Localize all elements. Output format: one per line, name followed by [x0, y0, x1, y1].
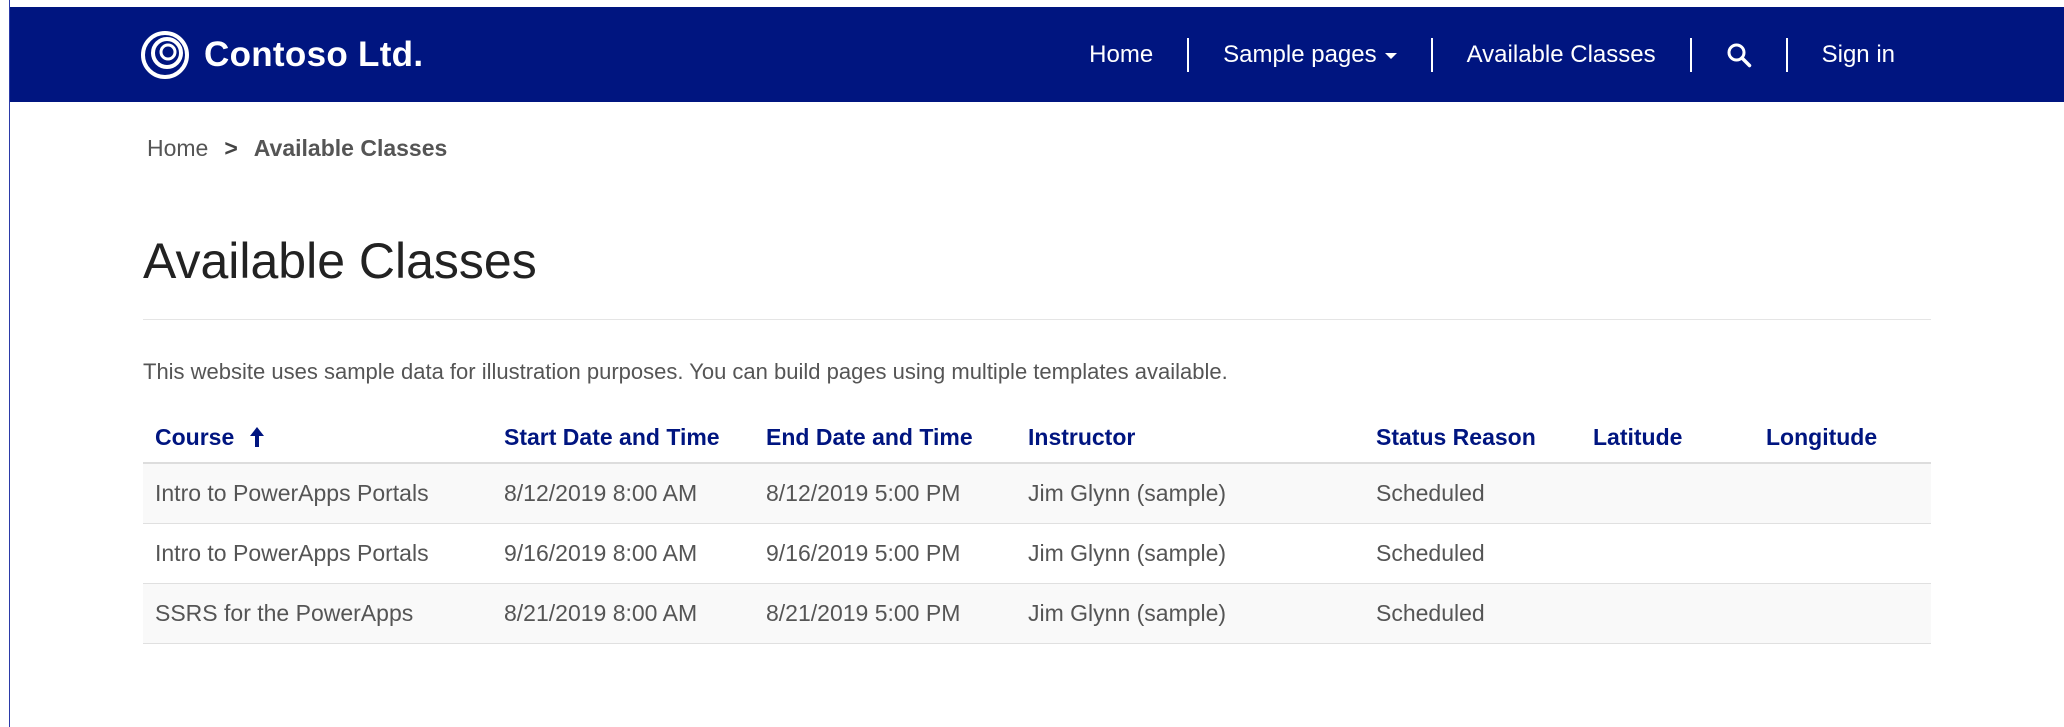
nav-home[interactable]: Home	[1055, 41, 1187, 69]
cell-latitude	[1581, 583, 1754, 644]
column-header-start[interactable]: Start Date and Time	[492, 412, 754, 464]
column-header-label: Course	[155, 423, 235, 450]
brand[interactable]: Contoso Ltd.	[140, 7, 423, 102]
window-top-edge	[0, 0, 2064, 7]
cell-instructor: Jim Glynn (sample)	[1016, 523, 1364, 584]
cell-instructor: Jim Glynn (sample)	[1016, 463, 1364, 524]
window-left-edge	[0, 0, 10, 727]
cell-end: 8/12/2019 5:00 PM	[754, 463, 1016, 524]
main-nav: Home Sample pages Available Classes Sign…	[1055, 7, 1929, 102]
cell-status: Scheduled	[1364, 583, 1581, 644]
table-row[interactable]: Intro to PowerApps Portals 8/12/2019 8:0…	[143, 463, 1931, 524]
search-icon	[1727, 43, 1751, 67]
cell-status: Scheduled	[1364, 463, 1581, 524]
nav-sign-in[interactable]: Sign in	[1788, 41, 1929, 69]
cell-latitude	[1581, 463, 1754, 524]
cell-start: 9/16/2019 8:00 AM	[492, 523, 754, 584]
cell-longitude	[1754, 463, 1931, 524]
contoso-logo-icon	[141, 30, 189, 79]
cell-start: 8/12/2019 8:00 AM	[492, 463, 754, 524]
cell-start: 8/21/2019 8:00 AM	[492, 583, 754, 644]
breadcrumb-current: Available Classes	[253, 135, 448, 161]
arrow-up-icon	[249, 426, 264, 447]
column-header-status[interactable]: Status Reason	[1364, 412, 1581, 464]
brand-name: Contoso Ltd.	[204, 34, 424, 74]
nav-sample-pages[interactable]: Sample pages	[1189, 41, 1430, 69]
cell-instructor: Jim Glynn (sample)	[1016, 583, 1364, 644]
intro-text: This website uses sample data for illust…	[143, 359, 1228, 384]
cell-end: 8/21/2019 5:00 PM	[754, 583, 1016, 644]
cell-course: Intro to PowerApps Portals	[143, 463, 492, 524]
cell-end: 9/16/2019 5:00 PM	[754, 523, 1016, 584]
table-header-row: Course Start Date and Time End Date and …	[143, 412, 1931, 464]
column-header-end[interactable]: End Date and Time	[754, 412, 1016, 464]
cell-latitude	[1581, 523, 1754, 584]
breadcrumb-separator: >	[224, 135, 238, 161]
column-header-instructor[interactable]: Instructor	[1016, 412, 1364, 464]
title-divider	[143, 319, 1931, 320]
cell-status: Scheduled	[1364, 523, 1581, 584]
cell-course: SSRS for the PowerApps	[143, 583, 492, 644]
breadcrumb: Home > Available Classes	[147, 135, 447, 162]
nav-available-classes[interactable]: Available Classes	[1433, 41, 1690, 69]
breadcrumb-home[interactable]: Home	[147, 135, 208, 162]
table-row[interactable]: SSRS for the PowerApps 8/21/2019 8:00 AM…	[143, 583, 1931, 644]
caret-down-icon	[1384, 52, 1397, 59]
column-header-longitude[interactable]: Longitude	[1754, 412, 1931, 464]
search-button[interactable]	[1692, 42, 1786, 68]
nav-sample-pages-label: Sample pages	[1223, 40, 1377, 68]
cell-longitude	[1754, 583, 1931, 644]
column-header-course[interactable]: Course	[143, 412, 492, 464]
page-title: Available Classes	[143, 233, 537, 289]
classes-table: Course Start Date and Time End Date and …	[143, 412, 1931, 644]
cell-course: Intro to PowerApps Portals	[143, 523, 492, 584]
top-navbar: Contoso Ltd. Home Sample pages Available…	[10, 7, 2064, 102]
cell-longitude	[1754, 523, 1931, 584]
table-row[interactable]: Intro to PowerApps Portals 9/16/2019 8:0…	[143, 523, 1931, 584]
column-header-latitude[interactable]: Latitude	[1581, 412, 1754, 464]
